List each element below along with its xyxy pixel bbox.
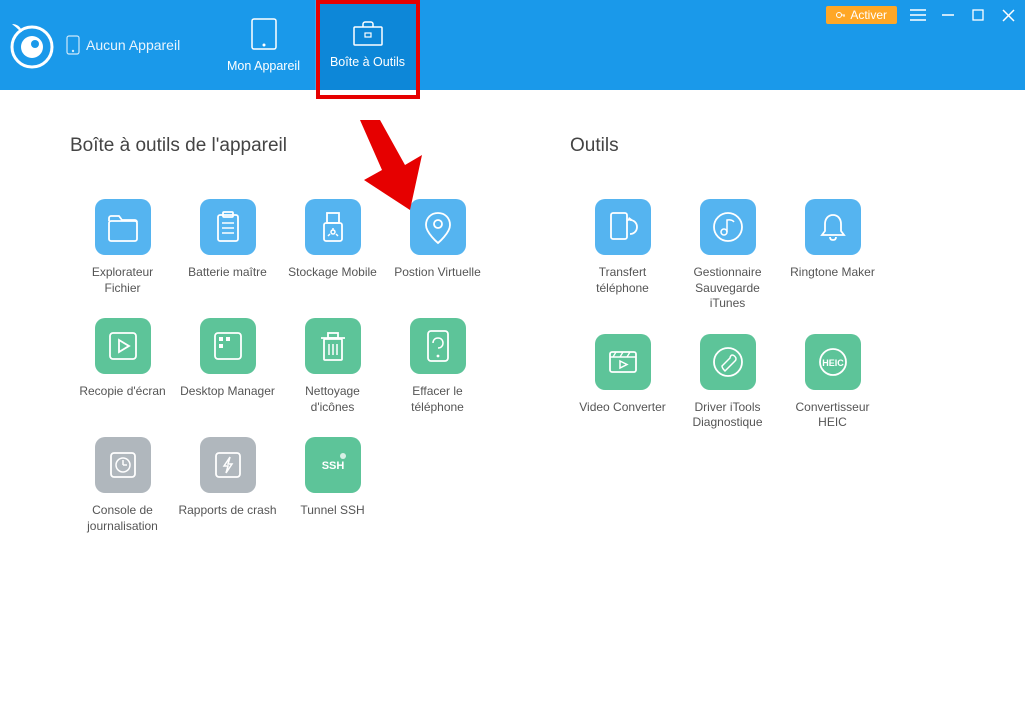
tool-label: Video Converter — [579, 400, 666, 416]
window-controls: Activer — [826, 6, 1017, 24]
music-icon — [700, 199, 756, 255]
tablet-icon — [250, 17, 278, 51]
toolbox-icon — [352, 21, 384, 47]
tool-label: Transfert téléphone — [573, 265, 673, 296]
tool-item[interactable]: Explorateur Fichier — [70, 199, 175, 296]
tool-label: Batterie maître — [188, 265, 267, 281]
bell-icon — [805, 199, 861, 255]
tab-toolbox[interactable]: Boîte à Outils — [316, 0, 420, 90]
device-toolbox-grid: Explorateur Fichier Batterie maître Stocka… — [70, 199, 510, 557]
tool-item[interactable]: Transfert téléphone — [570, 199, 675, 312]
minimize-icon — [941, 8, 955, 22]
section-device-toolbox: Boîte à outils de l'appareil Explorateur… — [70, 135, 510, 557]
tool-item[interactable]: Desktop Manager — [175, 318, 280, 415]
tool-label: Desktop Manager — [180, 384, 275, 400]
main-content: Boîte à outils de l'appareil Explorateur… — [0, 90, 1025, 577]
tools-grid: Transfert téléphoneGestionnaire Sauvegar… — [570, 199, 910, 453]
activate-label: Activer — [850, 8, 887, 22]
section-title: Boîte à outils de l'appareil — [70, 135, 510, 157]
tool-item[interactable]: Driver iTools Diagnostique — [675, 334, 780, 431]
tool-item[interactable]: SSH Tunnel SSH — [280, 437, 385, 534]
close-icon — [1002, 9, 1015, 22]
tab-my-device[interactable]: Mon Appareil — [212, 0, 316, 90]
device-status: Aucun Appareil — [66, 35, 180, 55]
grid-icon — [200, 318, 256, 374]
tab-label: Mon Appareil — [227, 59, 300, 73]
nav-tabs: Mon Appareil Boîte à Outils — [212, 0, 420, 90]
tool-item[interactable]: HEIC Convertisseur HEIC — [780, 334, 885, 431]
power-icon — [410, 318, 466, 374]
logo-section: Aucun Appareil — [0, 0, 212, 90]
close-button[interactable] — [999, 6, 1017, 24]
transfer-icon — [595, 199, 651, 255]
video-icon — [595, 334, 651, 390]
device-status-text: Aucun Appareil — [86, 37, 180, 53]
tool-label: Nettoyage d'icônes — [283, 384, 383, 415]
folder-icon — [95, 199, 151, 255]
trash-icon — [305, 318, 361, 374]
menu-button[interactable] — [909, 6, 927, 24]
section-title: Outils — [570, 135, 910, 157]
svg-text:SSH: SSH — [321, 460, 344, 472]
tool-label: Postion Virtuelle — [394, 265, 481, 281]
app-logo-icon — [8, 21, 56, 69]
section-tools: Outils Transfert téléphoneGestionnaire S… — [570, 135, 910, 557]
key-icon — [836, 10, 846, 20]
tool-item[interactable]: Video Converter — [570, 334, 675, 431]
activate-button[interactable]: Activer — [826, 6, 897, 24]
heic-icon: HEIC — [805, 334, 861, 390]
tool-label: Convertisseur HEIC — [783, 400, 883, 431]
clipboard-icon — [200, 199, 256, 255]
wrench-icon — [700, 334, 756, 390]
annotation-arrow-icon — [350, 120, 430, 215]
tool-item[interactable]: Console de journalisation — [70, 437, 175, 534]
tool-item[interactable]: Effacer le téléphone — [385, 318, 490, 415]
tool-item[interactable]: Batterie maître — [175, 199, 280, 296]
app-header: Aucun Appareil Mon Appareil Boîte à Outi… — [0, 0, 1025, 90]
tool-item[interactable]: Rapports de crash — [175, 437, 280, 534]
device-icon — [66, 35, 80, 55]
tool-label: Gestionnaire Sauvegarde iTunes — [678, 265, 778, 312]
play-icon — [95, 318, 151, 374]
maximize-button[interactable] — [969, 6, 987, 24]
tool-label: Recopie d'écran — [79, 384, 165, 400]
tool-item[interactable]: Recopie d'écran — [70, 318, 175, 415]
tool-label: Tunnel SSH — [300, 503, 364, 519]
tool-label: Effacer le téléphone — [388, 384, 488, 415]
tool-label: Console de journalisation — [73, 503, 173, 534]
tool-item[interactable]: Nettoyage d'icônes — [280, 318, 385, 415]
tool-label: Rapports de crash — [178, 503, 276, 519]
ssh-icon: SSH — [305, 437, 361, 493]
clock-icon — [95, 437, 151, 493]
svg-text:HEIC: HEIC — [822, 358, 844, 368]
tool-label: Ringtone Maker — [790, 265, 875, 281]
bolt-icon — [200, 437, 256, 493]
tool-item[interactable]: Gestionnaire Sauvegarde iTunes — [675, 199, 780, 312]
tool-label: Explorateur Fichier — [73, 265, 173, 296]
tool-label: Stockage Mobile — [288, 265, 377, 281]
minimize-button[interactable] — [939, 6, 957, 24]
tool-label: Driver iTools Diagnostique — [678, 400, 778, 431]
menu-icon — [910, 9, 926, 21]
tool-item[interactable]: Ringtone Maker — [780, 199, 885, 312]
maximize-icon — [972, 9, 984, 21]
tab-label: Boîte à Outils — [330, 55, 405, 69]
